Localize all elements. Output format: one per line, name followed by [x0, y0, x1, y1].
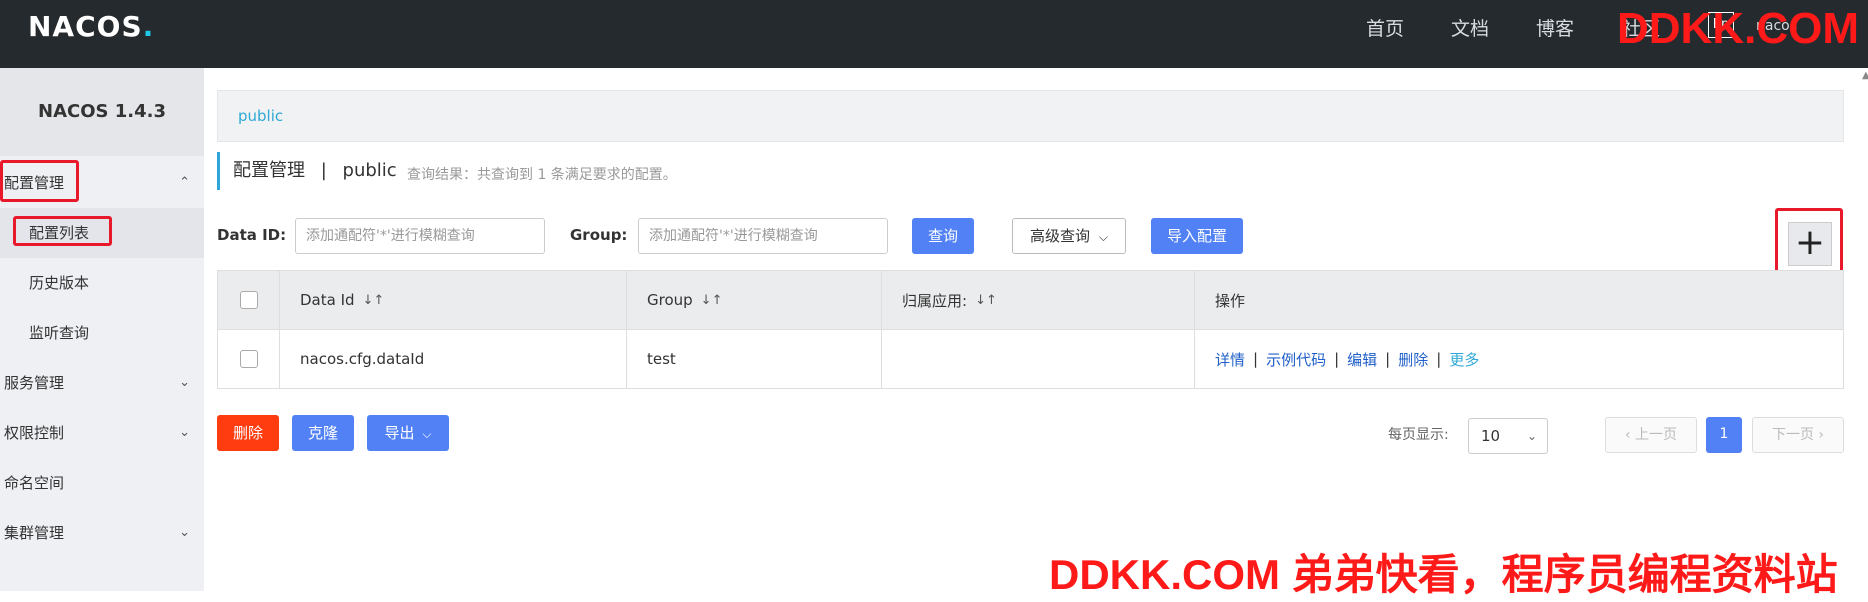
- highlight-box-config-list: [13, 216, 112, 246]
- chevron-left-icon: ‹: [1624, 427, 1631, 443]
- top-header: NACOS. 首页 文档 博客 社区 En nacos DDKK.COM: [0, 0, 1868, 68]
- chevron-up-icon: ⌃: [179, 175, 190, 190]
- select-all-checkbox[interactable]: [239, 291, 258, 309]
- export-label: 导出: [384, 424, 415, 442]
- main-content: public 配置管理 | public 查询结果：共查询到 1 条满足要求的配…: [204, 68, 1868, 591]
- sidebar-item-access-control[interactable]: 权限控制 ⌄: [0, 408, 204, 458]
- chevron-down-icon: ⌵: [422, 427, 432, 441]
- advanced-query-label: 高级查询: [1030, 227, 1091, 245]
- watermark-bottom: DDKK.COM 弟弟快看，程序员编程资料站: [1049, 551, 1838, 598]
- export-button[interactable]: 导出 ⌵: [367, 415, 449, 451]
- scrollbar-arrow-icon[interactable]: ▲: [1862, 70, 1868, 90]
- title-separator: |: [320, 160, 327, 181]
- header-app[interactable]: 归属应用: ↓↑: [882, 271, 1195, 329]
- advanced-query-button[interactable]: 高级查询 ⌵: [1012, 218, 1126, 254]
- nav-docs[interactable]: 文档: [1451, 14, 1489, 41]
- group-label: Group:: [570, 226, 628, 244]
- header-operations: 操作: [1195, 271, 1843, 329]
- op-detail-link[interactable]: 详情: [1215, 349, 1245, 370]
- sidebar-item-history[interactable]: 历史版本: [0, 258, 204, 308]
- sidebar-item-service-management[interactable]: 服务管理 ⌄: [0, 358, 204, 408]
- nacos-logo[interactable]: NACOS.: [28, 10, 154, 43]
- sidebar-item-label: 命名空间: [4, 474, 65, 492]
- prev-label: 上一页: [1635, 427, 1678, 443]
- table-row: nacos.cfg.dataId test 详情 | 示例代码 | 编辑 | 删…: [217, 330, 1844, 389]
- bulk-delete-button[interactable]: 删除: [217, 415, 279, 451]
- watermark-top: DDKK.COM: [1617, 4, 1859, 53]
- clone-button[interactable]: 克隆: [292, 415, 354, 451]
- namespace-bar: public: [217, 90, 1844, 142]
- chevron-down-icon: ⌄: [1526, 429, 1537, 443]
- op-edit-link[interactable]: 编辑: [1347, 349, 1377, 370]
- sidebar-item-label: 监听查询: [29, 324, 90, 342]
- chevron-down-icon: ⌄: [179, 375, 190, 390]
- group-input[interactable]: 添加通配符'*'进行模糊查询: [638, 218, 888, 254]
- sort-icon: ↓↑: [975, 292, 997, 308]
- next-label: 下一页: [1771, 427, 1814, 443]
- import-config-button[interactable]: 导入配置: [1151, 218, 1243, 254]
- namespace-link-public[interactable]: public: [238, 107, 283, 125]
- separator: |: [1334, 350, 1340, 368]
- row-checkbox[interactable]: [239, 350, 258, 368]
- highlight-box-config-management: [0, 160, 79, 202]
- data-id-label: Data ID:: [217, 226, 287, 244]
- title-namespace: public: [342, 160, 397, 181]
- sidebar-item-label: 服务管理: [4, 374, 65, 392]
- sidebar-item-namespace[interactable]: 命名空间: [0, 458, 204, 508]
- table-header: Data Id ↓↑ Group ↓↑ 归属应用: ↓↑ 操作: [217, 270, 1844, 330]
- cell-app: [882, 330, 1195, 388]
- add-config-button[interactable]: +: [1788, 222, 1832, 266]
- per-page-select[interactable]: 10 ⌄: [1468, 418, 1548, 454]
- header-label: Group: [647, 291, 693, 309]
- sidebar-item-label: 集群管理: [4, 524, 65, 542]
- chevron-down-icon: ⌵: [1098, 230, 1108, 244]
- op-delete-link[interactable]: 删除: [1398, 349, 1428, 370]
- sort-icon: ↓↑: [700, 292, 723, 308]
- chevron-down-icon: ⌄: [179, 525, 190, 540]
- chevron-right-icon: ›: [1818, 427, 1825, 443]
- row-select: [218, 330, 280, 388]
- header-select-all: [218, 271, 280, 329]
- per-page-label: 每页显示:: [1388, 427, 1449, 443]
- data-id-input[interactable]: 添加通配符'*'进行模糊查询: [295, 218, 545, 254]
- sidebar: NACOS 1.4.3 配置管理 ⌃ 配置列表 历史版本 监听查询 服务管理 ⌄…: [0, 68, 204, 591]
- per-page-value: 10: [1481, 427, 1501, 445]
- prev-page-button[interactable]: ‹ 上一页: [1605, 417, 1697, 453]
- sidebar-item-cluster-management[interactable]: 集群管理 ⌄: [0, 508, 204, 558]
- query-button[interactable]: 查询: [912, 218, 974, 254]
- cell-operations: 详情 | 示例代码 | 编辑 | 删除 | 更多: [1195, 330, 1843, 388]
- separator: |: [1436, 350, 1442, 368]
- op-more-link[interactable]: 更多: [1449, 349, 1479, 370]
- header-label: 归属应用:: [902, 291, 968, 310]
- header-label: Data Id: [300, 291, 355, 309]
- result-hint: 查询结果：共查询到 1 条满足要求的配置。: [407, 167, 677, 183]
- next-page-button[interactable]: 下一页 ›: [1752, 417, 1844, 453]
- separator: |: [1385, 350, 1391, 368]
- page-title: 配置管理 | public: [217, 152, 397, 190]
- header-group[interactable]: Group ↓↑: [627, 271, 882, 329]
- sidebar-item-label: 权限控制: [4, 424, 65, 442]
- nav-home[interactable]: 首页: [1366, 14, 1404, 41]
- title-text: 配置管理: [233, 160, 305, 181]
- op-sample-code-link[interactable]: 示例代码: [1266, 349, 1326, 370]
- chevron-down-icon: ⌄: [179, 425, 190, 440]
- sidebar-item-listener-query[interactable]: 监听查询: [0, 308, 204, 358]
- cell-data-id: nacos.cfg.dataId: [280, 330, 627, 388]
- nav-blog[interactable]: 博客: [1536, 14, 1574, 41]
- header-label: 操作: [1215, 291, 1246, 310]
- sidebar-item-label: 历史版本: [29, 274, 90, 292]
- cell-group: test: [627, 330, 882, 388]
- header-data-id[interactable]: Data Id ↓↑: [280, 271, 627, 329]
- version-label: NACOS 1.4.3: [0, 68, 204, 156]
- sort-icon: ↓↑: [362, 292, 385, 308]
- separator: |: [1253, 350, 1259, 368]
- page-1-button[interactable]: 1: [1706, 417, 1742, 453]
